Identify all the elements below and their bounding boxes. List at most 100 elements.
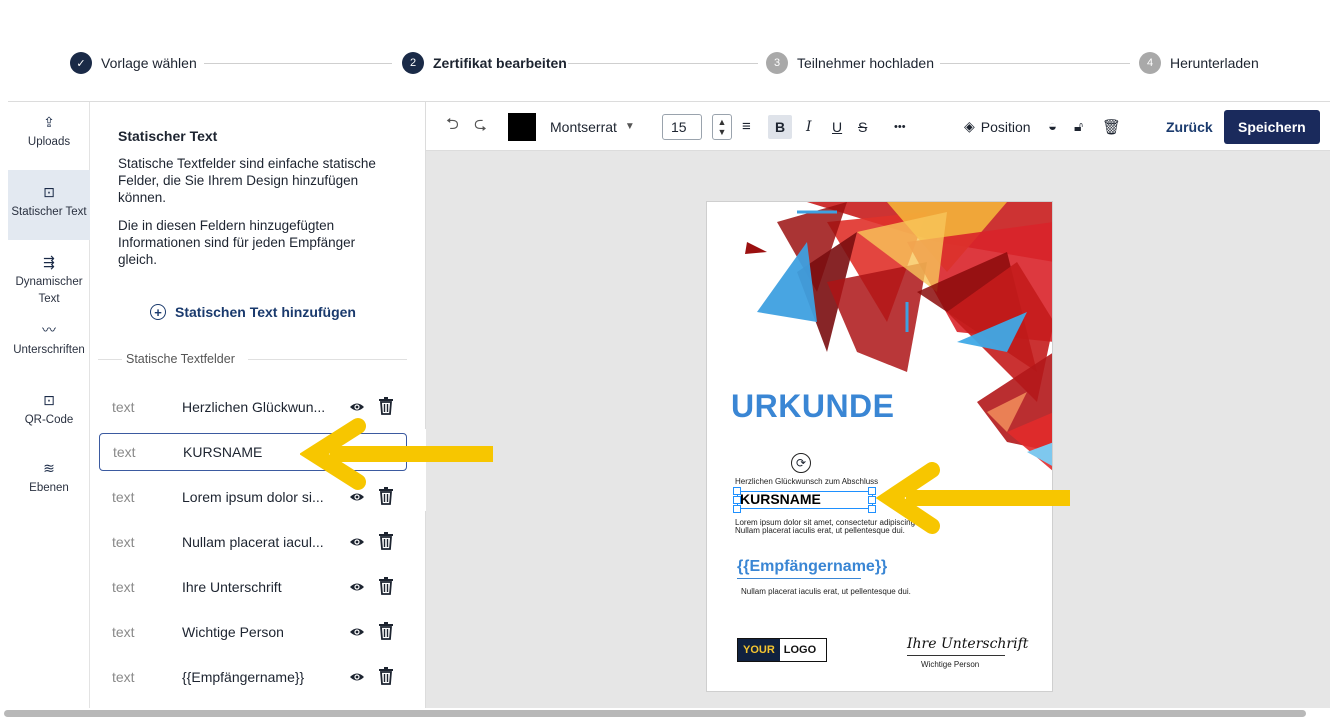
signature-field[interactable]: Ihre Unterschrift <box>907 636 1028 652</box>
add-static-text-button[interactable]: + Statischen Text hinzufügen <box>150 304 356 320</box>
resize-handle[interactable] <box>733 487 741 495</box>
step-edit-certificate[interactable]: 2 Zertifikat bearbeiten <box>402 52 567 74</box>
field-name: Ihre Unterschrift <box>182 579 282 595</box>
field-type: text <box>112 624 135 640</box>
step-template[interactable]: ✓ Vorlage wählen <box>70 52 197 74</box>
position-label: Position <box>980 118 1031 135</box>
logo-text-logo: LOGO <box>783 644 817 656</box>
step-done-check-icon: ✓ <box>70 52 92 74</box>
redo-icon[interactable]: ⮎ <box>474 102 487 151</box>
font-family-value: Montserrat <box>550 118 617 135</box>
back-button[interactable]: Zurück <box>1166 102 1213 151</box>
resize-handle[interactable] <box>868 496 876 504</box>
font-family-select[interactable]: Montserrat ▼ <box>550 102 635 151</box>
italic-button[interactable]: I <box>806 102 812 151</box>
sidebar-item-dynamic-text[interactable]: ⇶ Dynamischer Text <box>8 254 90 318</box>
eye-icon[interactable] <box>349 669 365 685</box>
section-label: Statische Textfelder <box>126 352 235 366</box>
underline-button[interactable]: U <box>832 102 842 151</box>
resize-handle[interactable] <box>733 496 741 504</box>
bold-button[interactable]: B <box>768 114 792 139</box>
eye-icon[interactable] <box>349 399 365 415</box>
divider <box>248 359 407 360</box>
chevron-down-icon[interactable]: ▼ <box>718 127 727 137</box>
opacity-icon[interactable]: ◒ <box>1048 102 1057 151</box>
static-field-row[interactable]: text Wichtige Person <box>99 613 407 651</box>
annotation-arrow-left <box>300 418 493 490</box>
step-badge: 4 <box>1139 52 1161 74</box>
trash-icon[interactable] <box>378 397 394 415</box>
design-canvas[interactable]: URKUNDE Herzlichen Glückwunsch zum Absch… <box>426 151 1330 708</box>
recipient-name-field[interactable]: {{Empfängername}} <box>737 558 887 576</box>
font-size-input[interactable]: 15 <box>662 113 702 140</box>
save-button[interactable]: Speichern <box>1224 110 1320 144</box>
resize-handle[interactable] <box>868 505 876 513</box>
eye-icon[interactable] <box>349 534 365 550</box>
trash-icon[interactable] <box>378 577 394 595</box>
signer-name-field[interactable]: Wichtige Person <box>921 660 979 669</box>
recipient-underline <box>737 578 861 579</box>
progress-stepper: ✓ Vorlage wählen 2 Zertifikat bearbeiten… <box>0 40 1330 84</box>
annotation-arrow-left <box>876 462 1070 534</box>
panel-title: Statischer Text <box>118 128 218 144</box>
plus-circle-icon: + <box>150 304 166 320</box>
step-connector <box>204 63 392 64</box>
horizontal-scrollbar[interactable] <box>4 710 1306 717</box>
align-left-icon[interactable]: ≡ <box>742 102 751 151</box>
static-field-row[interactable]: text Ihre Unterschrift <box>99 568 407 606</box>
signature-line <box>907 655 1005 656</box>
logo-placeholder[interactable]: YOUR LOGO <box>737 638 827 662</box>
unlock-icon[interactable]: 🔓︎ <box>1074 102 1083 151</box>
eye-icon[interactable] <box>349 624 365 640</box>
sidebar-item-signatures[interactable]: 〰 Unterschriften <box>8 322 90 366</box>
eye-icon[interactable] <box>349 579 365 595</box>
font-size-stepper[interactable]: ▲ ▼ <box>712 113 732 140</box>
trash-icon[interactable] <box>378 667 394 685</box>
field-name: KURSNAME <box>183 444 263 460</box>
field-name: Wichtige Person <box>182 624 284 640</box>
field-name: Herzlichen Glückwun... <box>182 399 326 415</box>
sidebar-item-static-text[interactable]: ⊡ Statischer Text <box>8 170 90 240</box>
sidebar-item-label: Uploads <box>27 136 71 148</box>
text-color-swatch[interactable] <box>508 112 536 141</box>
step-upload-participants[interactable]: 3 Teilnehmer hochladen <box>766 52 934 74</box>
sidebar-item-label: Statischer Text <box>11 206 87 218</box>
sidebar-item-label: Dynamischer Text <box>15 276 83 305</box>
resize-handle[interactable] <box>868 487 876 495</box>
step-label: Zertifikat bearbeiten <box>433 55 567 71</box>
strikethrough-button[interactable]: S <box>858 102 867 151</box>
static-field-row[interactable]: text {{Empfängername}} <box>99 658 407 696</box>
sidebar-item-uploads[interactable]: ⇪ Uploads <box>8 114 90 162</box>
sidebar-item-label: QR-Code <box>24 414 74 426</box>
trash-icon[interactable] <box>378 532 394 550</box>
lorem-text[interactable]: Nullam placerat iaculis erat, ut pellent… <box>741 587 911 596</box>
field-type: text <box>112 399 135 415</box>
certificate-title[interactable]: URKUNDE <box>731 388 895 425</box>
sidebar-item-qr-code[interactable]: ⊡ QR-Code <box>8 392 90 436</box>
trash-icon[interactable]: 🗑︎ <box>1102 102 1121 151</box>
rotate-handle-icon[interactable]: ⟳ <box>791 453 811 473</box>
resize-handle[interactable] <box>733 505 741 513</box>
trash-icon[interactable] <box>378 622 394 640</box>
more-options-button[interactable]: ••• <box>894 102 906 151</box>
congrats-text[interactable]: Herzlichen Glückwunsch zum Abschluss <box>735 477 878 486</box>
certificate-page[interactable]: URKUNDE Herzlichen Glückwunsch zum Absch… <box>706 201 1053 692</box>
undo-icon[interactable]: ⮌ <box>446 102 459 151</box>
static-text-panel: Statischer Text Statische Textfelder sin… <box>90 102 426 708</box>
divider <box>98 359 122 360</box>
panel-description: Die in diesen Feldern hinzugefügten Info… <box>118 218 356 267</box>
field-name: Nullam placerat iacul... <box>182 534 324 550</box>
sidebar-item-label: Ebenen <box>29 482 69 494</box>
field-type: text <box>112 489 135 505</box>
position-button[interactable]: ◈ Position <box>964 102 1031 151</box>
course-name-field[interactable]: KURSNAME <box>737 491 873 509</box>
static-field-row[interactable]: text Nullam placerat iacul... <box>99 523 407 561</box>
field-type: text <box>112 534 135 550</box>
color-wrapper <box>508 102 536 151</box>
sidebar-item-label: Unterschriften <box>13 344 85 356</box>
add-static-text-label: Statischen Text hinzufügen <box>175 304 356 320</box>
field-type: text <box>112 579 135 595</box>
chevron-up-icon[interactable]: ▲ <box>718 117 727 127</box>
step-download[interactable]: 4 Herunterladen <box>1139 52 1259 74</box>
sidebar-item-layers[interactable]: ≋ Ebenen <box>8 460 90 504</box>
